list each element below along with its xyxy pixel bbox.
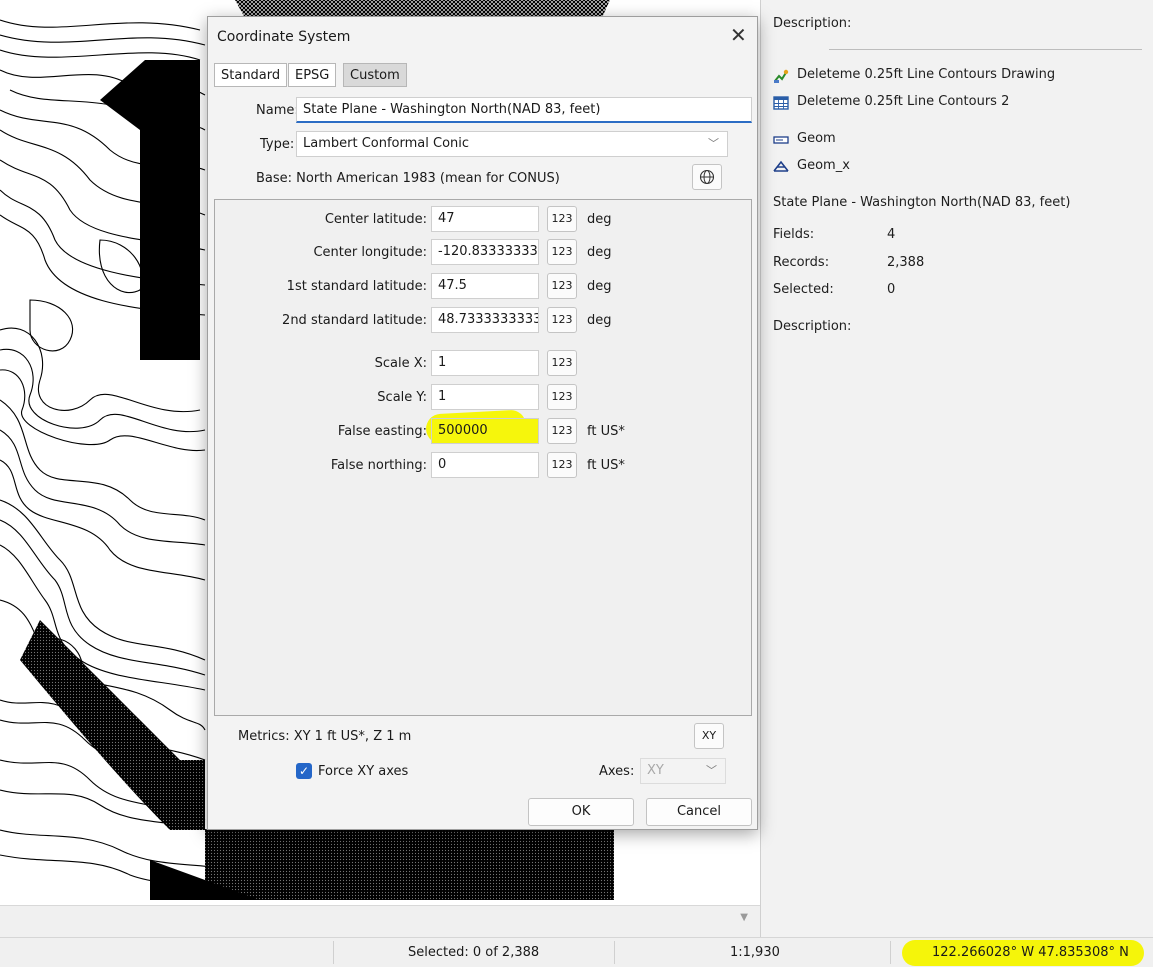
unit-button[interactable]: 123 <box>547 350 577 376</box>
base-datum-label: Base: North American 1983 (mean for CONU… <box>256 171 560 186</box>
scale-x-label: Scale X: <box>374 356 427 371</box>
false-easting-field[interactable]: 500000 <box>431 418 539 444</box>
projection-parameters-panel: Center latitude: 47 123 deg Center longi… <box>214 199 752 716</box>
second-standard-latitude-label: 2nd standard latitude: <box>282 313 427 328</box>
cancel-button[interactable]: Cancel <box>646 798 752 826</box>
description-top-label: Description: <box>773 16 852 31</box>
false-easting-label: False easting: <box>337 424 427 439</box>
fields-value: 4 <box>887 227 896 242</box>
coordinate-system-name: State Plane - Washington North(NAD 83, f… <box>773 195 1071 210</box>
dialog-title: Coordinate System <box>217 29 351 45</box>
status-bar: Selected: 0 of 2,388 1:1,930 122.266028°… <box>0 937 1153 967</box>
center-longitude-field[interactable]: -120.83333333 <box>431 239 539 265</box>
tab-custom[interactable]: Custom <box>343 63 407 87</box>
coordinate-system-dialog: Coordinate System ✕ Standard EPSG Custom… <box>207 16 758 830</box>
first-standard-latitude-label: 1st standard latitude: <box>286 279 427 294</box>
unit-button[interactable]: 123 <box>547 418 577 444</box>
scale-x-field[interactable]: 1 <box>431 350 539 376</box>
chevron-down-icon: ﹀ <box>708 137 719 150</box>
false-northing-field[interactable]: 0 <box>431 452 539 478</box>
unit-label: deg <box>587 212 612 227</box>
geom-field-label[interactable]: Geom <box>797 131 836 146</box>
center-latitude-label: Center latitude: <box>324 212 427 227</box>
axes-select: XY ﹀ <box>640 758 726 784</box>
divider <box>829 49 1142 50</box>
axes-select-value: XY <box>647 763 664 778</box>
status-coordinates: 122.266028° W 47.835308° N <box>932 945 1129 960</box>
unit-button[interactable]: 123 <box>547 239 577 265</box>
type-label: Type: <box>260 137 295 152</box>
geom-index-label[interactable]: Geom_x <box>797 158 850 173</box>
selected-value: 0 <box>887 282 896 297</box>
tab-epsg[interactable]: EPSG <box>288 63 337 87</box>
tab-standard[interactable]: Standard <box>214 63 288 87</box>
unit-label: deg <box>587 279 612 294</box>
scroll-down-icon[interactable]: ▼ <box>740 912 748 923</box>
scale-y-label: Scale Y: <box>377 390 427 405</box>
unit-button[interactable]: 123 <box>547 452 577 478</box>
table-icon <box>773 96 789 110</box>
globe-icon <box>699 169 715 185</box>
ok-button[interactable]: OK <box>528 798 634 826</box>
horizontal-scrollbar[interactable]: ▼ <box>0 905 760 938</box>
swap-xy-button[interactable]: XY <box>694 723 724 749</box>
force-xy-checkbox[interactable]: ✓ <box>296 763 312 779</box>
force-xy-label[interactable]: Force XY axes <box>318 764 408 779</box>
properties-panel: Description: Deleteme 0.25ft Line Contou… <box>760 0 1153 937</box>
unit-label: ft US* <box>587 424 625 439</box>
unit-label: ft US* <box>587 458 625 473</box>
table-item-label[interactable]: Deleteme 0.25ft Line Contours 2 <box>797 94 1009 109</box>
name-label: Name: <box>256 103 299 118</box>
geom-index-icon <box>773 160 789 172</box>
unit-button[interactable]: 123 <box>547 206 577 232</box>
metrics-label: Metrics: XY 1 ft US*, Z 1 m <box>238 729 412 744</box>
name-field[interactable]: State Plane - Washington North(NAD 83, f… <box>296 97 752 123</box>
geom-field-icon <box>773 136 789 144</box>
unit-button[interactable]: 123 <box>547 307 577 333</box>
scale-y-field[interactable]: 1 <box>431 384 539 410</box>
drawing-item-label[interactable]: Deleteme 0.25ft Line Contours Drawing <box>797 67 1055 82</box>
status-selected-count: Selected: 0 of 2,388 <box>408 945 540 960</box>
status-divider <box>333 941 334 964</box>
description-label: Description: <box>773 319 852 334</box>
status-divider <box>614 941 615 964</box>
records-label: Records: <box>773 255 830 270</box>
center-latitude-field[interactable]: 47 <box>431 206 539 232</box>
type-select[interactable]: Lambert Conformal Conic ﹀ <box>296 131 728 157</box>
status-scale[interactable]: 1:1,930 <box>730 938 780 967</box>
unit-button[interactable]: 123 <box>547 384 577 410</box>
unit-label: deg <box>587 313 612 328</box>
selected-label: Selected: <box>773 282 834 297</box>
first-standard-latitude-field[interactable]: 47.5 <box>431 273 539 299</box>
type-select-value: Lambert Conformal Conic <box>303 136 470 151</box>
records-value: 2,388 <box>887 255 925 270</box>
globe-button[interactable] <box>692 164 722 190</box>
fields-label: Fields: <box>773 227 815 242</box>
false-northing-label: False northing: <box>330 458 427 473</box>
drawing-icon <box>774 69 789 83</box>
second-standard-latitude-field[interactable]: 48.7333333333 <box>431 307 539 333</box>
chevron-down-icon: ﹀ <box>706 764 717 777</box>
center-longitude-label: Center longitude: <box>313 245 427 260</box>
close-icon[interactable]: ✕ <box>730 23 747 47</box>
status-divider <box>890 941 891 964</box>
unit-label: deg <box>587 245 612 260</box>
axes-label: Axes: <box>599 764 635 779</box>
unit-button[interactable]: 123 <box>547 273 577 299</box>
